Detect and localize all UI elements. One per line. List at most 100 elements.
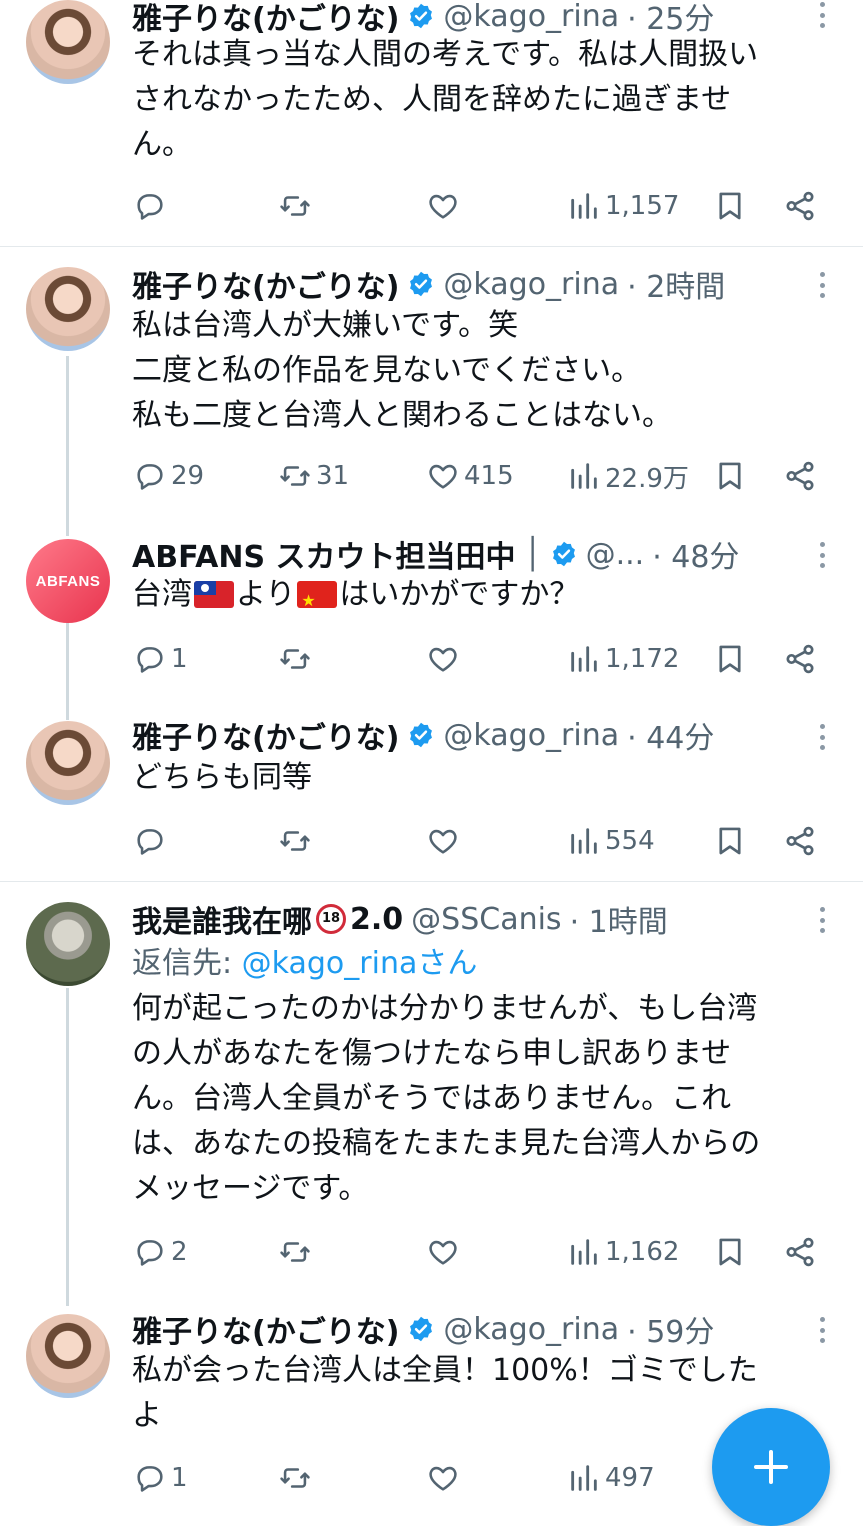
views-button[interactable]: 1,162 (567, 1230, 679, 1274)
handle[interactable]: @SSCanis (411, 902, 561, 937)
like-button[interactable] (426, 819, 464, 863)
share-button[interactable] (783, 454, 817, 498)
share-button[interactable] (783, 637, 817, 681)
timestamp[interactable]: · 2時間 (627, 262, 725, 306)
tweet-header: 我是誰我在哪 18 2.0 @SSCanis · 1時間 (132, 897, 807, 941)
more-icon[interactable] (819, 724, 825, 750)
more-icon[interactable] (819, 272, 825, 298)
action-bar: 1,157 (0, 184, 863, 228)
retweet-icon (278, 824, 312, 858)
handle[interactable]: @kago_rina (443, 0, 619, 34)
reply-button[interactable]: 1 (133, 1456, 188, 1500)
tweet-text: 私は台湾人が大嫌いです。笑 二度と私の作品を見ないでください。 私も二度と台湾人… (132, 303, 842, 438)
text-line: それは真っ当な人間の考えです。私は人間扱い (132, 37, 759, 72)
like-button[interactable] (426, 1456, 464, 1500)
like-button[interactable] (426, 637, 464, 681)
share-button[interactable] (783, 1230, 817, 1274)
heart-icon (426, 642, 460, 676)
retweet-button[interactable] (278, 1456, 316, 1500)
avatar[interactable] (26, 1314, 110, 1398)
timestamp[interactable]: · 1時間 (570, 897, 668, 941)
bookmark-button[interactable] (713, 1230, 747, 1274)
bookmark-button[interactable] (713, 819, 747, 863)
retweet-button[interactable] (278, 819, 316, 863)
share-icon (783, 189, 817, 223)
retweet-button[interactable] (278, 637, 316, 681)
more-icon[interactable] (819, 2, 825, 28)
reply-button[interactable] (133, 819, 171, 863)
tweet[interactable]: 我是誰我在哪 18 2.0 @SSCanis · 1時間 返信先: @kago_… (0, 882, 863, 1298)
name-suffix: 2.0 (350, 901, 404, 937)
handle[interactable]: @kago_rina (443, 1312, 619, 1347)
views-icon (567, 642, 601, 676)
retweet-button[interactable]: 31 (278, 454, 349, 498)
views-button[interactable]: 1,157 (567, 184, 679, 228)
reply-icon (133, 642, 167, 676)
timestamp[interactable]: · 44分 (627, 713, 714, 757)
reply-button[interactable]: 29 (133, 454, 204, 498)
share-button[interactable] (783, 184, 817, 228)
text-line: どちらも同等 (132, 760, 312, 795)
timestamp[interactable]: · 48分 (652, 532, 739, 576)
like-button[interactable]: 415 (426, 454, 514, 498)
handle[interactable]: @kago_rina (443, 267, 619, 302)
compose-button[interactable] (712, 1408, 830, 1526)
tweet-text: それは真っ当な人間の考えです。私は人間扱い されなかったため、人間を辞めたに過ぎ… (132, 32, 842, 167)
display-name[interactable]: 雅子りな(かごりな) (132, 262, 399, 306)
views-button[interactable]: 22.9万 (567, 454, 689, 498)
verified-icon (407, 1315, 435, 1343)
avatar[interactable] (26, 267, 110, 351)
heart-icon (426, 459, 460, 493)
text-line: 私が会った台湾人は全員！100%！ゴミでした (132, 1353, 758, 1388)
avatar[interactable]: ABFANS (26, 539, 110, 623)
mention-link[interactable]: @kago_rinaさん (242, 946, 478, 981)
like-button[interactable] (426, 184, 464, 228)
no-under-18-icon: 18 (316, 904, 346, 934)
views-button[interactable]: 497 (567, 1456, 655, 1500)
share-icon (783, 642, 817, 676)
verified-icon (407, 721, 435, 749)
share-button[interactable] (783, 819, 817, 863)
bookmark-button[interactable] (713, 184, 747, 228)
share-icon (783, 1235, 817, 1269)
avatar[interactable] (26, 902, 110, 986)
avatar[interactable] (26, 721, 110, 805)
heart-icon (426, 824, 460, 858)
text-line: の人があなたを傷つけたなら申し訳ありませ (132, 1036, 732, 1071)
display-name[interactable]: 雅子りな(かごりな) (132, 1307, 399, 1351)
tweet[interactable]: 雅子りな(かごりな) @kago_rina · 25分 それは真っ当な人間の考え… (0, 0, 863, 246)
handle[interactable]: @... (586, 537, 645, 572)
tweet-header: 雅子りな(かごりな) @kago_rina · 59分 (132, 1307, 807, 1351)
more-icon[interactable] (819, 542, 825, 568)
views-button[interactable]: 1,172 (567, 637, 679, 681)
retweet-button[interactable] (278, 184, 316, 228)
tweet[interactable]: 雅子りな(かごりな) @kago_rina · 2時間 私は台湾人が大嫌いです。… (0, 247, 863, 527)
display-name[interactable]: 雅子りな(かごりな) (132, 713, 399, 757)
more-icon[interactable] (819, 1317, 825, 1343)
views-button[interactable]: 554 (567, 819, 655, 863)
tweet[interactable]: ABFANS ABFANS スカウト担当田中 │ @... · 48分 台湾 より… (0, 527, 863, 707)
verified-icon (550, 540, 578, 568)
avatar[interactable] (26, 0, 110, 84)
retweet-button[interactable] (278, 1230, 316, 1274)
tweet-text: 台湾よりはいかがですか？ (132, 572, 842, 617)
display-name[interactable]: 我是誰我在哪 (132, 897, 312, 941)
tweet-header: ABFANS スカウト担当田中 │ @... · 48分 (132, 532, 807, 576)
bookmark-icon (713, 459, 747, 493)
reply-button[interactable]: 1 (133, 637, 188, 681)
views-icon (567, 189, 601, 223)
bookmark-button[interactable] (713, 637, 747, 681)
display-name[interactable]: ABFANS スカウト担当田中 (132, 532, 516, 576)
tweet-header: 雅子りな(かごりな) @kago_rina · 44分 (132, 713, 807, 757)
reply-button[interactable]: 2 (133, 1230, 188, 1274)
tweet[interactable]: 雅子りな(かごりな) @kago_rina · 44分 どちらも同等 554 (0, 707, 863, 881)
bookmark-button[interactable] (713, 454, 747, 498)
text-line: 私は台湾人が大嫌いです。笑 (132, 308, 519, 343)
reply-button[interactable] (133, 184, 171, 228)
reply-icon (133, 1461, 167, 1495)
more-icon[interactable] (819, 907, 825, 933)
reply-icon (133, 824, 167, 858)
timestamp[interactable]: · 59分 (627, 1307, 714, 1351)
handle[interactable]: @kago_rina (443, 718, 619, 753)
like-button[interactable] (426, 1230, 464, 1274)
